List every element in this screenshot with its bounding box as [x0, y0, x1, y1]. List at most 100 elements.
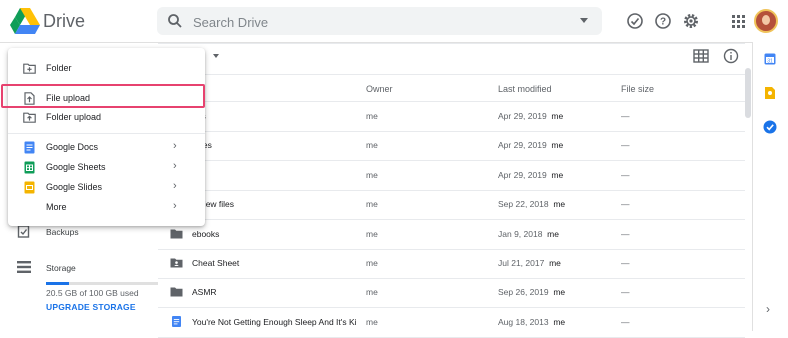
upgrade-storage-link[interactable]: UPGRADE STORAGE — [46, 302, 136, 312]
file-owner: me — [366, 169, 378, 180]
table-row[interactable]: cipesmeApr 29, 2019 me— — [158, 131, 745, 160]
file-name: You're Not Getting Enough Sleep And It's… — [192, 316, 357, 327]
file-name: 3 — [192, 170, 357, 180]
modified-by: me — [551, 140, 564, 151]
file-owner: me — [366, 140, 378, 151]
calendar-icon[interactable]: 31 — [764, 52, 776, 65]
modified-date: Apr 29, 2019 — [498, 111, 547, 121]
file-size: — — [621, 111, 630, 121]
file-last-modified: Apr 29, 2019 me — [498, 140, 563, 150]
table-row[interactable]: You're Not Getting Enough Sleep And It's… — [158, 308, 745, 337]
file-last-modified: Jul 21, 2017 me — [498, 258, 561, 268]
info-icon[interactable] — [723, 48, 739, 64]
table-row[interactable]: ebooks me Jan 9, 2018 me — — [158, 220, 745, 249]
sidebar-item-storage[interactable]: Storage — [46, 263, 76, 273]
menu-divider — [8, 133, 205, 134]
modified-by: me — [551, 111, 564, 121]
apps-grid-icon[interactable] — [729, 12, 747, 30]
file-size: — — [621, 169, 630, 180]
modified-date: Sep 26, 2019 — [498, 287, 549, 298]
file-size: — — [621, 199, 630, 210]
modified-by: me — [553, 199, 566, 210]
menu-item-google-sheets[interactable]: Google Sheets › — [8, 158, 205, 178]
app-brand[interactable]: Drive — [43, 11, 85, 32]
settings-gear-icon[interactable] — [682, 12, 700, 30]
column-header-last-modified[interactable]: Last modified — [498, 84, 552, 94]
modified-date: Sep 22, 2018 — [498, 199, 549, 210]
file-size: — — [621, 140, 630, 151]
modified-date: Jul 21, 2017 — [498, 258, 545, 268]
file-name: ebooks — [192, 228, 220, 239]
google-slides-icon — [24, 181, 35, 194]
column-header-file-size[interactable]: File size — [621, 84, 654, 94]
menu-item-google-slides-label: Google Slides — [46, 182, 103, 192]
backups-icon — [17, 225, 30, 238]
file-upload-highlight — [1, 84, 205, 108]
modified-date: Aug 18, 2013 — [498, 316, 549, 327]
storage-icon — [17, 261, 31, 273]
menu-item-more[interactable]: More › — [8, 198, 205, 218]
tasks-icon[interactable] — [763, 120, 777, 134]
file-size: — — [621, 287, 630, 298]
search-icon[interactable] — [167, 13, 183, 29]
scrollbar-thumb[interactable] — [745, 68, 751, 118]
new-item-menu: Folder File upload Folder upload Google … — [8, 48, 205, 226]
docs-icon — [172, 315, 181, 327]
submenu-chevron-icon: › — [173, 200, 177, 212]
submenu-chevron-icon: › — [173, 180, 177, 192]
file-size: — — [621, 228, 630, 239]
help-icon[interactable]: ? — [654, 12, 672, 30]
modified-date: Jan 9, 2018 — [498, 228, 543, 239]
submenu-chevron-icon: › — [173, 160, 177, 172]
modified-by: me — [553, 316, 566, 327]
search-options-caret-icon[interactable] — [580, 18, 588, 23]
table-row[interactable]: riesmeApr 29, 2019 me— — [158, 102, 745, 131]
table-row[interactable]: erview files me Sep 22, 2018 me — — [158, 190, 745, 219]
file-last-modified: Aug 18, 2013 me — [498, 317, 565, 327]
expand-side-panel-icon[interactable]: › — [766, 302, 770, 316]
menu-item-folder-upload[interactable]: Folder upload — [8, 108, 205, 128]
search-bar[interactable] — [157, 7, 602, 35]
column-header-owner[interactable]: Owner — [366, 84, 393, 94]
submenu-chevron-icon: › — [173, 140, 177, 152]
folder-title-caret-icon[interactable] — [213, 54, 219, 58]
sidebar-item-backups[interactable]: Backups — [46, 227, 79, 237]
menu-item-google-docs[interactable]: Google Docs › — [8, 138, 205, 158]
folder-icon — [170, 287, 183, 297]
table-row[interactable]: ASMR me Sep 26, 2019 me — — [158, 278, 745, 307]
drive-logo-icon[interactable] — [10, 8, 40, 34]
file-size: — — [621, 316, 630, 327]
file-owner: me — [366, 287, 378, 298]
storage-progress-fill — [46, 282, 69, 285]
grid-view-icon[interactable] — [693, 49, 709, 63]
search-input[interactable] — [191, 11, 565, 33]
table-row[interactable]: Cheat Sheet me Jul 21, 2017 me — — [158, 249, 745, 278]
table-row[interactable]: 3 me Apr 29, 2019 me — — [158, 161, 745, 190]
file-name: Cheat Sheet — [192, 258, 240, 268]
file-owner: me — [366, 258, 378, 268]
modified-date: Apr 29, 2019 — [498, 169, 547, 180]
file-owner: me — [366, 199, 378, 210]
file-last-modified: Apr 29, 2019 me — [498, 111, 563, 121]
offline-check-icon[interactable] — [626, 12, 644, 30]
file-owner: me — [366, 111, 378, 121]
divider — [158, 43, 745, 44]
menu-item-google-slides[interactable]: Google Slides › — [8, 178, 205, 198]
modified-date: Apr 29, 2019 — [498, 140, 547, 151]
menu-item-google-docs-label: Google Docs — [46, 142, 99, 152]
file-last-modified: Apr 29, 2019 me — [498, 170, 563, 180]
file-last-modified: Sep 26, 2019 me — [498, 287, 565, 297]
file-owner: me — [366, 228, 378, 239]
storage-progress-bar — [46, 282, 158, 285]
keep-icon[interactable] — [764, 86, 776, 100]
menu-item-google-sheets-label: Google Sheets — [46, 162, 106, 172]
shared-folder-icon — [170, 258, 183, 268]
account-avatar[interactable] — [754, 9, 778, 33]
modified-by: me — [547, 228, 559, 239]
google-docs-icon — [24, 141, 35, 154]
file-name: erview files — [192, 199, 235, 210]
google-sheets-icon — [24, 161, 35, 174]
new-folder-icon — [23, 63, 36, 74]
file-name: cipes — [192, 140, 357, 150]
menu-item-folder[interactable]: Folder — [8, 59, 205, 79]
